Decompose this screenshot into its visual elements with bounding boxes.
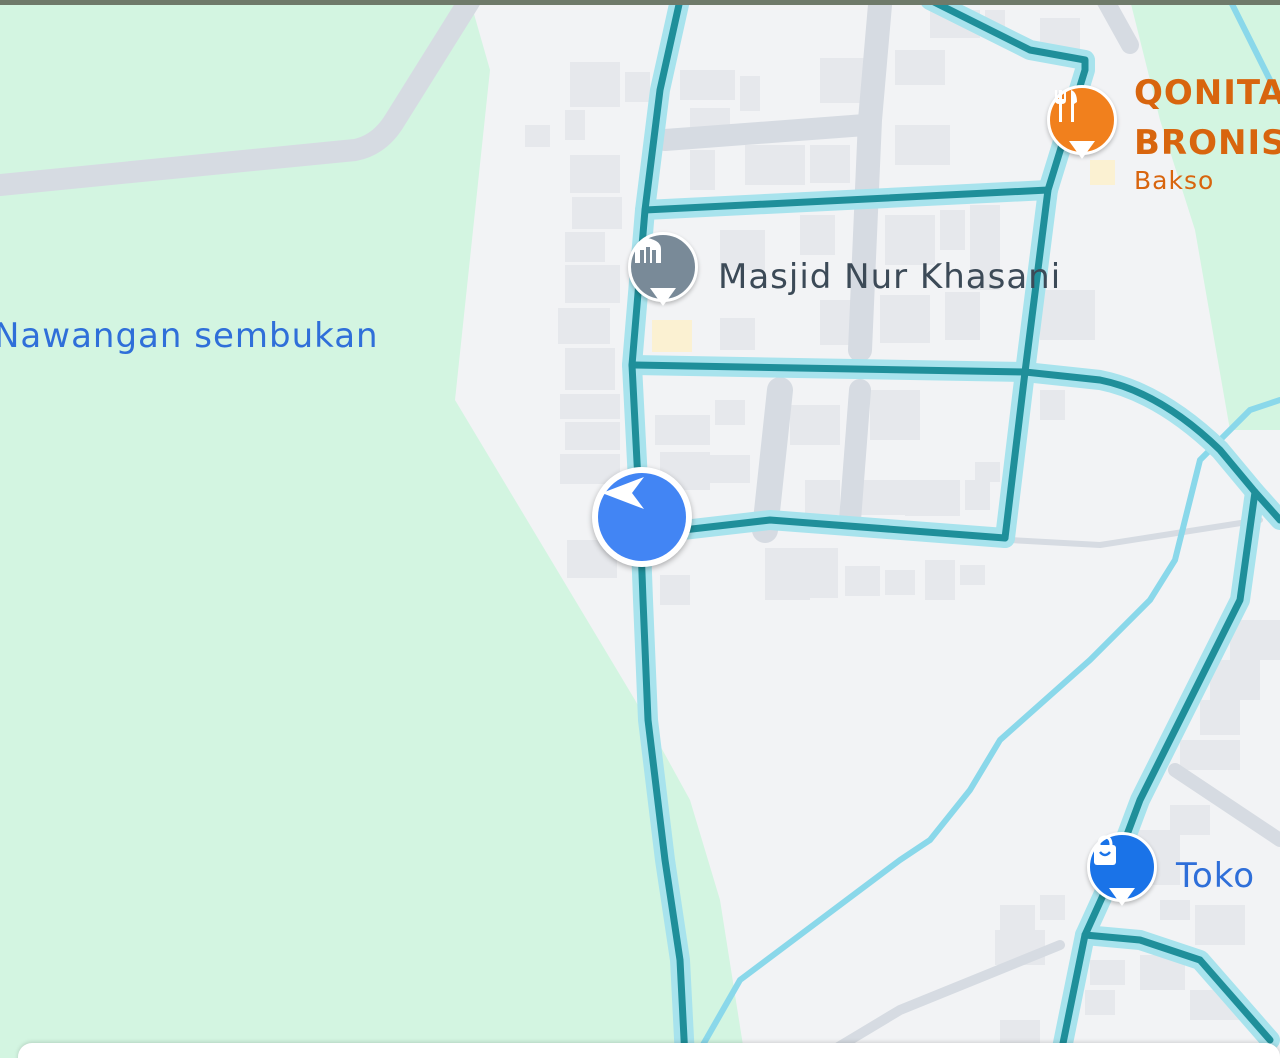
- map-view[interactable]: Nawangan sembukan Masjid Nur Khasani QON…: [0, 0, 1280, 1058]
- navigation-arrow-icon: [598, 473, 686, 561]
- park-area-east: [1130, 0, 1280, 430]
- poi-label-restaurant[interactable]: QONITA BRONIS: [1134, 68, 1280, 168]
- poi-label-shop[interactable]: Toko: [1176, 856, 1255, 896]
- top-edge-strip: [0, 0, 1280, 5]
- bottom-sheet[interactable]: [18, 1043, 1280, 1058]
- restaurant-poi-pin[interactable]: [1047, 85, 1117, 167]
- shop-poi-pin[interactable]: [1087, 832, 1157, 914]
- poi-label-mosque[interactable]: Masjid Nur Khasani: [718, 257, 1061, 297]
- mosque-footprint: [652, 320, 692, 352]
- poi-category-restaurant: Bakso: [1134, 166, 1215, 195]
- area-label[interactable]: Nawangan sembukan: [0, 316, 379, 356]
- current-location-marker[interactable]: [592, 467, 692, 567]
- mosque-poi-pin[interactable]: [628, 232, 698, 314]
